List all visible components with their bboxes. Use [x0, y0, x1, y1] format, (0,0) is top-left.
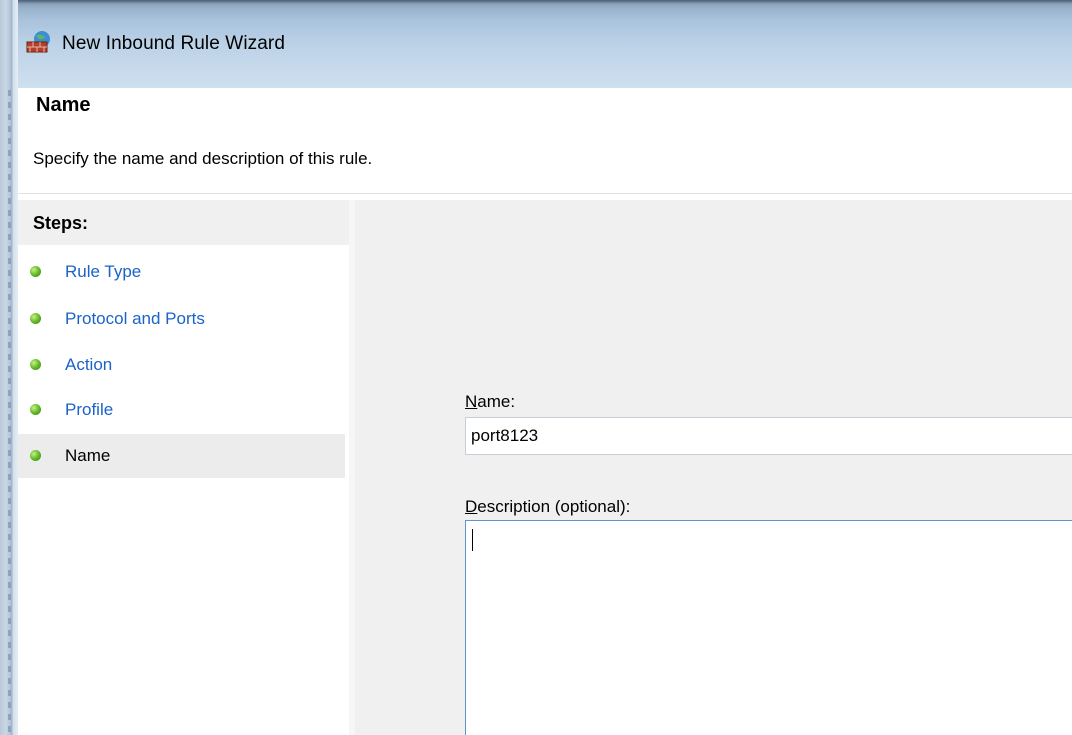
- step-label: Protocol and Ports: [65, 309, 205, 328]
- step-label: Rule Type: [65, 262, 142, 281]
- name-input[interactable]: [465, 417, 1072, 455]
- steps-heading: Steps:: [33, 213, 89, 233]
- step-complete-bullet-icon: [30, 404, 41, 415]
- step-label: Action: [65, 355, 113, 374]
- step-name[interactable]: Name: [18, 434, 345, 478]
- step-complete-bullet-icon: [30, 313, 41, 324]
- description-input[interactable]: [465, 520, 1072, 735]
- step-profile[interactable]: Profile: [18, 388, 345, 432]
- window-border-left: [0, 0, 18, 735]
- name-label: Name:: [465, 392, 515, 412]
- title-bar[interactable]: New Inbound Rule Wizard: [18, 0, 1072, 88]
- step-label: Name: [65, 446, 111, 465]
- wizard-header: Name Specify the name and description of…: [18, 88, 1072, 194]
- steps-pane: Steps: Rule Type Protocol and Ports Acti…: [18, 200, 350, 735]
- step-complete-bullet-icon: [30, 359, 41, 370]
- step-rule-type[interactable]: Rule Type: [18, 250, 345, 294]
- steps-header: Steps:: [18, 200, 349, 245]
- step-current-bullet-icon: [30, 450, 41, 461]
- step-label: Profile: [65, 400, 114, 419]
- name-label-text: ame:: [477, 392, 516, 411]
- page-title: Name: [36, 94, 91, 116]
- step-action[interactable]: Action: [18, 343, 345, 387]
- description-label: Description (optional):: [465, 497, 630, 517]
- firewall-icon: [26, 31, 50, 53]
- description-label-accelerator: D: [465, 497, 478, 516]
- description-label-text: escription (optional):: [477, 497, 631, 516]
- content-pane: Name: Description (optional):: [355, 200, 1072, 735]
- name-label-accelerator: N: [465, 392, 478, 411]
- wizard-window: Name Specify the name and description of…: [18, 88, 1072, 735]
- text-caret: [472, 529, 473, 551]
- page-subtitle: Specify the name and description of this…: [33, 149, 373, 168]
- step-protocol-and-ports[interactable]: Protocol and Ports: [18, 297, 345, 341]
- step-complete-bullet-icon: [30, 266, 41, 277]
- window-title: New Inbound Rule Wizard: [62, 33, 286, 54]
